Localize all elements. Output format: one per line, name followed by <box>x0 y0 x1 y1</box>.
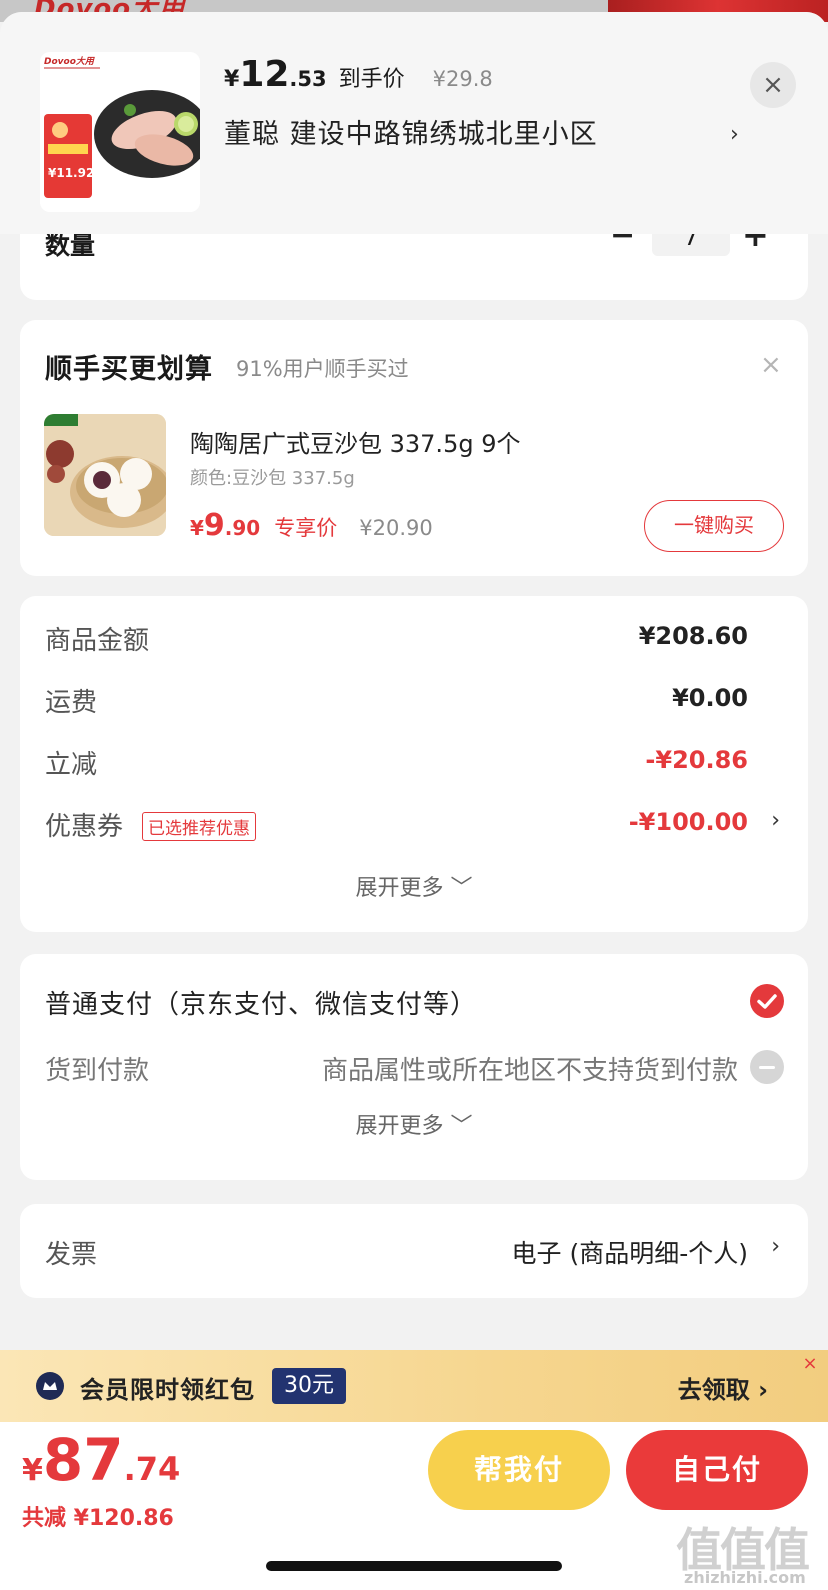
cash-on-delivery-label: 货到付款 <box>45 1056 150 1086</box>
member-red-packet-banner[interactable]: 会员限时领红包 30元 去领取 › › × <box>0 1350 828 1422</box>
addon-title: 顺手买更划算 <box>45 354 213 385</box>
total-price: ¥ 87 .74 <box>22 1426 180 1494</box>
help-me-pay-button[interactable]: 帮我付 <box>428 1430 610 1510</box>
chevron-right-icon[interactable]: › <box>771 808 780 833</box>
thumb-promo-price: ¥11.92 <box>48 166 94 180</box>
payment-method-card: 普通支付（京东支付、微信支付等） 货到付款 商品属性或所在地区不支持货到付款 展… <box>20 954 808 1180</box>
discount-value: -¥20.86 <box>645 746 748 774</box>
red-packet-amount-badge: 30元 <box>272 1368 346 1404</box>
addon-original-price: ¥20.90 <box>359 516 433 540</box>
currency-symbol: ¥ <box>22 1453 43 1488</box>
shipping-value: ¥0.00 <box>672 684 748 712</box>
exclusive-price-label: 专享价 <box>274 516 338 540</box>
currency-symbol: ¥ <box>190 516 204 540</box>
banner-close-icon[interactable]: × <box>798 1352 822 1376</box>
pay-myself-button[interactable]: 自己付 <box>626 1430 808 1510</box>
total-decimal: .74 <box>123 1450 181 1488</box>
coupon-label[interactable]: 优惠券 <box>45 806 123 843</box>
invoice-label: 发票 <box>45 1240 98 1270</box>
shipping-label: 运费 <box>45 688 98 718</box>
discount-label: 立减 <box>45 750 98 780</box>
price-decimal: .90 <box>224 516 261 540</box>
banner-text: 会员限时领红包 <box>80 1376 255 1404</box>
addon-product-image[interactable] <box>44 414 166 536</box>
total-integer: 87 <box>42 1426 124 1494</box>
subtotal-value: ¥208.60 <box>638 622 748 650</box>
addon-product-name[interactable]: 陶陶居广式豆沙包 337.5g 9个 <box>190 424 520 459</box>
watermark-url: zhizhizhi.com <box>684 1568 806 1587</box>
header-price: ¥ 12 .53 到手价 ¥29.8 <box>224 54 493 95</box>
addon-product-spec: 颜色:豆沙包 337.5g <box>190 468 355 489</box>
close-button[interactable]: × <box>750 62 796 108</box>
addon-purchase-card: 顺手买更划算 91%用户顺手买过 × 陶陶居广式豆沙包 337.5g 9个 颜色… <box>20 320 808 576</box>
price-integer: 9 <box>203 508 225 543</box>
cash-on-delivery-unavailable-note: 商品属性或所在地区不支持货到付款 <box>321 1056 738 1086</box>
delivery-address[interactable]: 董聪 建设中路锦绣城北里小区 <box>224 112 598 151</box>
checkout-bottom-bar: ¥ 87 .74 共减 ¥120.86 帮我付 自己付 值值值 zhizhizh… <box>0 1422 828 1590</box>
subtotal-label: 商品金额 <box>45 626 150 656</box>
invoice-row[interactable]: 发票 电子 (商品明细-个人) › <box>20 1204 808 1298</box>
product-thumbnail: Dovoo大用 ¥11.92 <box>40 52 200 212</box>
total-savings: 共减 ¥120.86 <box>22 1506 174 1531</box>
standard-payment-option[interactable]: 普通支付（京东支付、微信支付等） <box>45 984 477 1021</box>
price-decimal: .53 <box>289 67 327 91</box>
one-click-buy-button[interactable]: 一键购买 <box>644 500 784 552</box>
coupon-value[interactable]: -¥100.00 <box>629 808 748 836</box>
invoice-value[interactable]: 电子 (商品明细-个人) <box>512 1234 748 1270</box>
expand-more-button[interactable]: 展开更多 ﹀ <box>20 870 808 902</box>
svg-text:Dovoo大用: Dovoo大用 <box>44 56 95 67</box>
disabled-icon <box>750 1050 784 1084</box>
addon-subtitle: 91%用户顺手买过 <box>236 357 409 381</box>
final-price-label: 到手价 <box>338 67 405 92</box>
amount-breakdown-card: 商品金额 ¥208.60 运费 ¥0.00 立减 -¥20.86 优惠券 已选推… <box>20 596 808 932</box>
checked-icon[interactable] <box>750 984 784 1018</box>
coupon-recommended-badge: 已选推荐优惠 <box>142 812 256 841</box>
chevron-right-icon[interactable]: › <box>771 1234 780 1259</box>
product-summary-header: Dovoo大用 ¥11.92 ¥ 12 .53 到手价 ¥29.8 董聪 建设中… <box>0 12 828 234</box>
chevron-right-icon[interactable]: › <box>730 122 739 147</box>
home-indicator[interactable] <box>266 1561 562 1571</box>
currency-symbol: ¥ <box>224 67 240 92</box>
claim-button[interactable]: 去领取 › <box>678 1370 768 1405</box>
member-crown-icon <box>36 1372 64 1400</box>
expand-more-button[interactable]: 展开更多 ﹀ <box>20 1108 808 1140</box>
addon-price: ¥ 9 .90 专享价 ¥20.90 <box>190 508 433 543</box>
original-price: ¥29.8 <box>432 67 493 91</box>
addon-close-icon[interactable]: × <box>760 350 782 380</box>
price-integer: 12 <box>239 54 290 95</box>
